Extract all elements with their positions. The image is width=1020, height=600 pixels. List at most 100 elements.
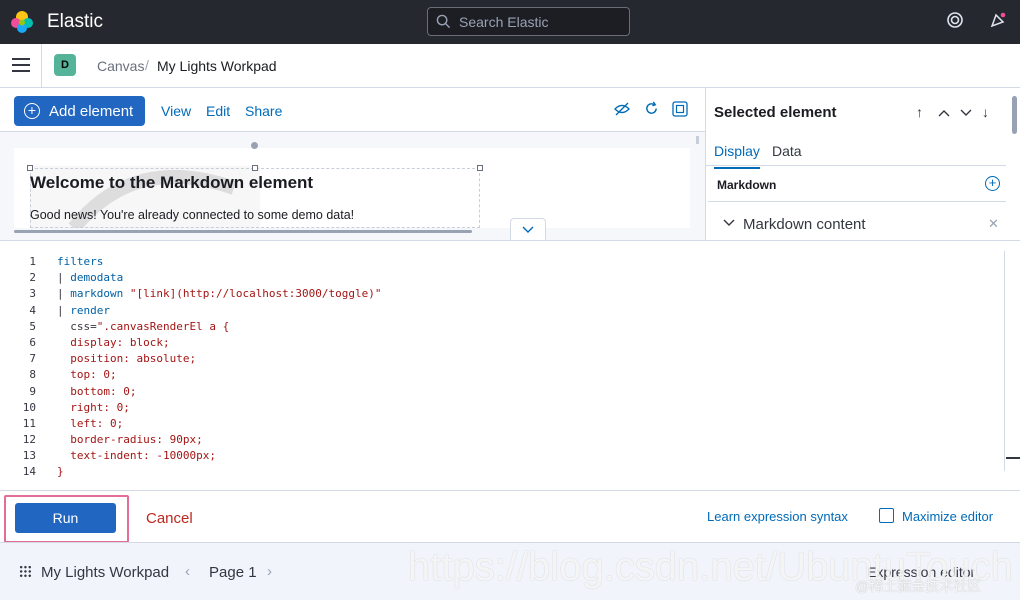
code-token: |	[57, 271, 71, 285]
arrow-down-icon[interactable]: ↓	[982, 104, 989, 120]
code-token: render	[70, 303, 110, 317]
share-menu[interactable]: Share	[245, 103, 282, 119]
code-token: demodata	[70, 271, 124, 285]
code-line[interactable]: top: 0;	[57, 367, 382, 383]
cancel-button[interactable]: Cancel	[146, 510, 193, 527]
line-number: 11	[22, 416, 36, 430]
edit-menu[interactable]: Edit	[206, 103, 230, 119]
maximize-editor-button[interactable]: Maximize editor	[902, 509, 993, 524]
breadcrumb-separator: /	[145, 57, 149, 73]
line-number: 5	[29, 319, 36, 333]
refresh-icon[interactable]	[642, 101, 660, 119]
next-page-icon[interactable]: ›	[267, 563, 272, 580]
code-line[interactable]: border-radius: 90px;	[57, 432, 382, 448]
run-button[interactable]: Run	[15, 503, 116, 533]
line-number: 8	[29, 368, 36, 382]
sidebar: Selected element ↑ ↓ Display Data Markdo…	[705, 88, 1020, 240]
top-navbar: Elastic Search Elastic	[0, 0, 1020, 44]
markdown-heading: Welcome to the Markdown element	[30, 173, 314, 192]
code-token: display: block;	[57, 335, 170, 349]
code-line[interactable]: filters	[57, 254, 382, 270]
search-input[interactable]: Search Elastic	[427, 7, 630, 36]
fullscreen-icon[interactable]	[671, 101, 689, 119]
workpad-page[interactable]: Welcome to the Markdown element Good new…	[14, 148, 690, 228]
line-number: 10	[22, 400, 36, 414]
page-indicator[interactable]: Page 1	[209, 564, 257, 581]
editor-footer: Run Cancel Learn expression syntax Maxim…	[0, 490, 1020, 543]
code-line[interactable]: text-indent: -10000px;	[57, 448, 382, 464]
markdown-content-row[interactable]: Markdown content ✕	[708, 202, 1006, 240]
workpad-name: My Lights Workpad	[41, 564, 170, 581]
code-line[interactable]: | render	[57, 303, 382, 319]
tab-data[interactable]: Data	[772, 143, 802, 159]
code-token: border-radius: 90px;	[57, 433, 203, 447]
code-token: right: 0;	[57, 400, 130, 414]
brand-name: Elastic	[47, 11, 103, 32]
menu-toggle-icon[interactable]	[12, 58, 30, 72]
news-feed-icon[interactable]	[987, 11, 1009, 33]
code-token: bottom: 0;	[57, 384, 137, 398]
breadcrumb-canvas[interactable]: Canvas	[97, 58, 144, 74]
add-element-button[interactable]: + Add element	[14, 96, 145, 126]
sidebar-title: Selected element	[714, 104, 837, 121]
resize-handle[interactable]	[252, 165, 258, 171]
code-line[interactable]: css=".canvasRenderEl a {	[57, 319, 382, 335]
close-icon[interactable]: ✕	[988, 216, 999, 232]
canvas-workarea: + Add element View Edit Share Welcome to…	[0, 88, 1020, 240]
apps-grid-icon[interactable]	[19, 565, 32, 578]
code-line[interactable]: right: 0;	[57, 400, 382, 416]
learn-syntax-link[interactable]: Learn expression syntax	[707, 509, 848, 524]
view-menu[interactable]: View	[161, 103, 191, 119]
markdown-section: Markdown +	[708, 166, 1006, 202]
add-element-label: Add element	[49, 102, 134, 120]
line-number: 13	[22, 449, 36, 463]
eye-closed-icon[interactable]	[613, 101, 631, 119]
code-area[interactable]: filters | demodata | markdown "[link](http…	[57, 254, 382, 481]
search-placeholder: Search Elastic	[459, 13, 549, 30]
code-token: css=	[57, 319, 97, 333]
code-token: markdown	[70, 287, 130, 301]
canvas-horizontal-scrollbar[interactable]	[14, 230, 472, 233]
code-line[interactable]: display: block;	[57, 335, 382, 351]
resize-handle[interactable]	[477, 165, 483, 171]
code-line[interactable]: bottom: 0;	[57, 384, 382, 400]
line-number: 2	[29, 271, 36, 285]
canvas-vertical-scrollbar[interactable]	[696, 136, 699, 144]
chevron-up-icon[interactable]	[938, 104, 950, 120]
resize-handle[interactable]	[27, 165, 33, 171]
code-line[interactable]: }	[57, 464, 382, 480]
space-avatar[interactable]: D	[54, 54, 76, 76]
sidebar-scrollbar[interactable]	[1012, 96, 1017, 134]
code-token: filters	[57, 255, 104, 268]
line-number: 12	[22, 433, 36, 447]
breadcrumb-bar: D Canvas / My Lights Workpad	[0, 44, 1020, 88]
code-token: |	[57, 287, 71, 301]
elastic-logo-icon[interactable]	[10, 10, 34, 34]
code-line[interactable]: | demodata	[57, 270, 382, 286]
maximize-icon[interactable]	[879, 508, 894, 523]
search-icon	[436, 14, 451, 29]
prev-page-icon[interactable]: ‹	[185, 563, 190, 580]
chevron-down-icon[interactable]	[723, 214, 735, 231]
code-token: position: absolute;	[57, 352, 197, 366]
code-line[interactable]: left: 0;	[57, 416, 382, 432]
chevron-down-icon[interactable]	[960, 104, 972, 120]
line-number: 3	[29, 287, 36, 301]
plus-circle-icon: +	[24, 103, 40, 119]
rotation-handle[interactable]	[251, 142, 258, 149]
arrow-up-icon[interactable]: ↑	[916, 104, 923, 120]
code-line[interactable]: | markdown "[link](http://localhost:3000…	[57, 286, 382, 302]
line-number: 9	[29, 384, 36, 398]
divider	[41, 44, 42, 88]
help-icon[interactable]	[944, 11, 966, 33]
markdown-content-label: Markdown content	[743, 216, 866, 233]
editor-scrollbar[interactable]	[1006, 457, 1020, 459]
chevron-down-icon[interactable]	[510, 218, 546, 240]
add-argument-icon[interactable]: +	[985, 176, 1000, 191]
line-number: 14	[22, 465, 36, 479]
line-numbers: 1 2 3 4 5 6 7 8 9 10 11 12 13 14	[10, 254, 36, 481]
code-token: |	[57, 303, 71, 317]
code-line[interactable]: position: absolute;	[57, 351, 382, 367]
expression-editor[interactable]: 1 2 3 4 5 6 7 8 9 10 11 12 13 14 filters | demodata | m…	[0, 240, 1020, 490]
breadcrumb-workpad: My Lights Workpad	[157, 58, 277, 74]
